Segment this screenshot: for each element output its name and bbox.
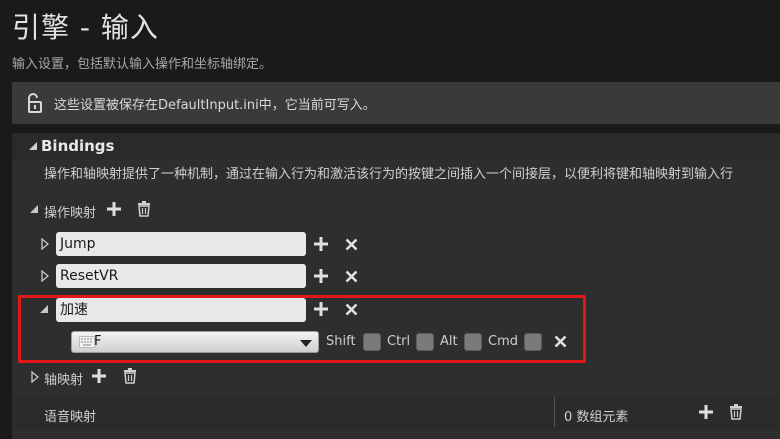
collapse-triangle-icon <box>29 142 37 150</box>
action-name-input[interactable]: Jump <box>56 232 306 256</box>
add-axis-mapping-icon[interactable] <box>92 369 106 383</box>
lock-open-icon <box>28 93 42 113</box>
add-action-mapping-icon[interactable] <box>107 202 121 216</box>
page-title: 引擎 - 输入 <box>12 11 159 44</box>
bindings-header-label: Bindings <box>41 137 115 155</box>
axis-mappings-label: 轴映射 <box>44 373 84 388</box>
voice-mapping-value: 0 数组元素 <box>564 410 629 425</box>
action-mappings-expand-icon[interactable] <box>29 204 39 214</box>
bindings-section-header[interactable]: Bindings <box>12 133 780 160</box>
add-key-icon[interactable] <box>314 269 328 283</box>
notice-message: 这些设置被保存在DefaultInput.ini中，它当前可写入。 <box>54 98 376 113</box>
delete-action-mappings-icon[interactable] <box>137 201 151 217</box>
add-key-icon[interactable] <box>314 237 328 251</box>
voice-mapping-label: 语音映射 <box>44 410 97 425</box>
delete-axis-mappings-icon[interactable] <box>123 368 137 384</box>
page-subtitle: 输入设置，包括默认输入操作和坐标轴绑定。 <box>12 57 273 72</box>
action-mappings-label: 操作映射 <box>44 206 97 221</box>
action-name-input[interactable]: ResetVR <box>56 264 306 288</box>
voice-mapping-row <box>12 396 780 430</box>
remove-action-icon[interactable] <box>345 238 358 251</box>
remove-action-icon[interactable] <box>345 270 358 283</box>
column-divider <box>554 397 555 427</box>
expand-resetvr-icon[interactable] <box>41 270 49 282</box>
expand-jump-icon[interactable] <box>41 238 49 250</box>
bindings-description: 操作和轴映射提供了一种机制，通过在输入行为和激活该行为的按键之间插入一个间接层，… <box>44 167 734 182</box>
add-voice-mapping-icon[interactable] <box>699 405 713 419</box>
highlight-box <box>18 295 586 363</box>
expand-axis-mappings-icon[interactable] <box>31 371 39 383</box>
delete-voice-mapping-icon[interactable] <box>729 404 743 420</box>
config-notice: 这些设置被保存在DefaultInput.ini中，它当前可写入。 <box>12 82 780 124</box>
